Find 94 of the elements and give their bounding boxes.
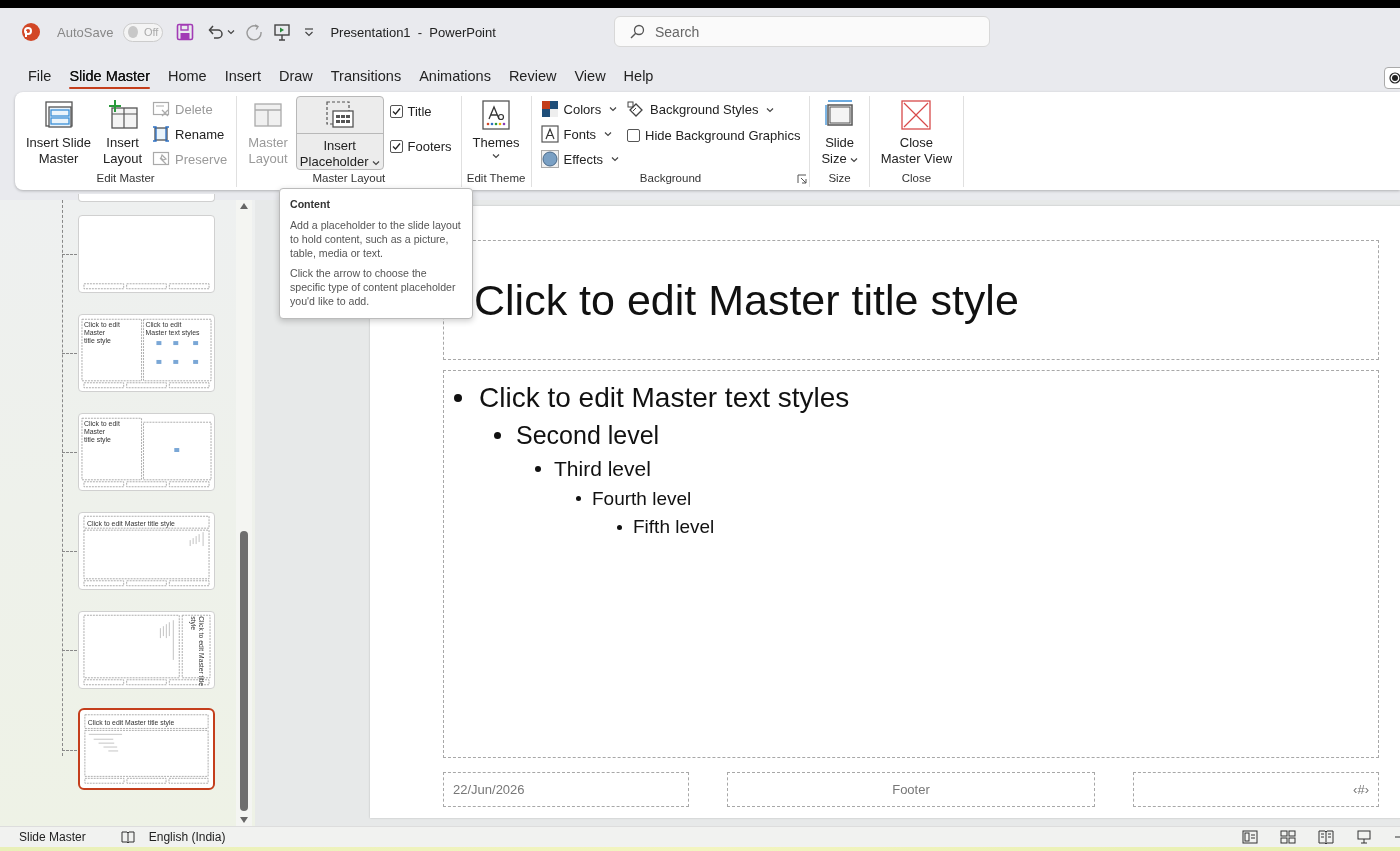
ribbon-button[interactable]: Themes	[468, 96, 524, 170]
slide-show-icon[interactable]	[1356, 829, 1372, 844]
bullet-text: Click to edit Master text styles	[479, 382, 850, 414]
effects-circle-icon	[540, 150, 559, 168]
scroll-up-icon[interactable]	[239, 202, 249, 210]
content-placeholder[interactable]: Click to edit Master text styles Second level Third level Fourth level Fifth level	[443, 370, 1379, 758]
group-label: Size	[828, 171, 851, 184]
ribbon-tab[interactable]: Insert	[215, 68, 270, 90]
search-icon	[629, 23, 645, 40]
color-swatch-icon	[540, 100, 559, 118]
ribbon-button[interactable]: Insert Layout	[99, 96, 147, 170]
footer-placeholder[interactable]: Footer	[727, 772, 1095, 807]
ribbon-button[interactable]: Rename	[150, 123, 230, 145]
group-label: Background	[639, 171, 702, 184]
ribbon-button[interactable]: Background Styles	[625, 98, 803, 121]
delete-layout-icon	[152, 100, 171, 118]
close-x-icon	[900, 99, 933, 131]
checkbox-label: Hide Background Graphics	[645, 128, 801, 143]
customize-menu-icon[interactable]	[303, 26, 316, 38]
ribbon-tab[interactable]: Review	[499, 68, 566, 90]
window-title: Presentation1 - PowerPoint	[330, 24, 496, 40]
group-label: Edit Master	[96, 171, 155, 184]
search-field[interactable]: Search	[614, 16, 990, 47]
scrollbar-thumb[interactable]	[240, 531, 248, 811]
chevron-down-icon	[849, 156, 858, 163]
chevron-down-icon	[766, 106, 775, 113]
slide-title: Click to edit Master title style	[474, 275, 1019, 325]
ribbon-button[interactable]: Fonts	[538, 123, 622, 145]
tooltip-title: Content	[290, 198, 331, 210]
ribbon-tab[interactable]: Home	[158, 68, 216, 90]
scroll-down-icon[interactable]	[239, 816, 249, 824]
ribbon-button[interactable]: Slide Size	[817, 96, 862, 170]
date-placeholder[interactable]: 22/Jun/2026	[443, 772, 689, 807]
presentation-icon[interactable]	[273, 23, 292, 41]
ribbon-button[interactable]: Insert Slide Master	[22, 96, 96, 170]
slide-sorter-icon[interactable]	[1280, 829, 1296, 844]
ribbon-tab[interactable]: File	[19, 68, 61, 90]
themes-icon	[480, 99, 513, 131]
view-name: Slide Master	[19, 829, 86, 844]
ribbon-button[interactable]: Colors	[538, 98, 622, 120]
chevron-down-icon	[371, 159, 380, 166]
checkbox[interactable]	[627, 129, 641, 142]
slide-master-icon	[42, 99, 75, 131]
bullet-text: Third level	[554, 456, 651, 481]
slide-number-placeholder[interactable]: ‹#›	[1133, 772, 1379, 807]
chevron-down-icon	[604, 131, 613, 137]
chevron-down-icon	[609, 106, 618, 112]
bullet-icon	[617, 524, 622, 530]
record-icon	[1389, 72, 1400, 84]
notes-book-icon[interactable]	[120, 829, 135, 844]
font-box-icon	[540, 125, 559, 143]
checkbox-label: Footers	[407, 139, 452, 154]
redo-icon	[245, 23, 264, 41]
normal-view-icon[interactable]	[1242, 829, 1258, 844]
checkbox[interactable]	[389, 140, 403, 153]
checkmark-icon	[391, 107, 401, 116]
ribbon-tab[interactable]: Slide Master	[60, 68, 159, 90]
ribbon-button[interactable]: Insert Placeholder	[295, 96, 384, 170]
save-icon[interactable]	[176, 23, 195, 41]
insert-layout-icon	[106, 99, 139, 131]
slide-thumbnail[interactable]	[78, 194, 215, 202]
chevron-down-icon	[227, 29, 236, 35]
group-label: Master Layout	[312, 171, 386, 184]
bullet-text: Fifth level	[633, 516, 715, 538]
chevron-down-icon	[611, 156, 620, 162]
slide-thumbnail[interactable]	[78, 215, 215, 293]
rename-icon	[152, 125, 171, 143]
ribbon-tab[interactable]: View	[565, 68, 615, 90]
group-label: Edit Theme	[466, 171, 526, 184]
checkbox[interactable]	[389, 105, 403, 118]
checkbox-label: Title	[407, 104, 432, 119]
undo-icon[interactable]	[206, 23, 225, 41]
bullet-icon	[494, 431, 501, 439]
dialog-launcher-icon[interactable]	[797, 174, 808, 184]
bullet-text: Second level	[516, 420, 660, 450]
ribbon-button[interactable]: Effects	[538, 148, 622, 170]
autosave-label: AutoSave	[57, 24, 114, 40]
chevron-down-icon	[492, 153, 501, 159]
bullet-icon	[576, 496, 581, 501]
placeholder-grid-icon	[323, 99, 356, 131]
bullet-text: Fourth level	[592, 487, 692, 510]
checkmark-icon	[391, 142, 401, 151]
bullet-icon	[535, 465, 541, 472]
group-label: Close	[901, 171, 932, 184]
ribbon-tab[interactable]: Animations	[410, 68, 500, 90]
ribbon-button[interactable]: Close Master View	[876, 96, 957, 170]
reading-view-icon[interactable]	[1318, 829, 1334, 844]
pin-icon	[152, 150, 171, 168]
ribbon-tab[interactable]: Help	[614, 68, 663, 90]
ribbon-tab[interactable]: Transitions	[321, 68, 411, 90]
app-logo-icon[interactable]	[21, 22, 41, 42]
ribbon-tab[interactable]: Draw	[269, 68, 322, 90]
bullet-icon	[454, 394, 462, 402]
language-button[interactable]: English (India)	[148, 829, 226, 844]
